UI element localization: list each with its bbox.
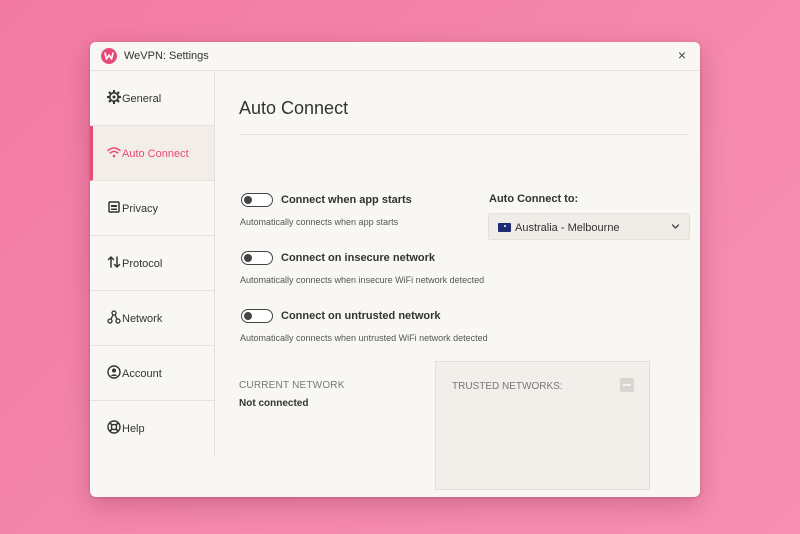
wifi-icon bbox=[107, 147, 121, 158]
sidebar-item-label: Account bbox=[122, 368, 162, 380]
option-label-app-start: Connect when app starts bbox=[281, 194, 412, 206]
chevron-down-icon bbox=[671, 224, 680, 229]
gear-icon bbox=[107, 90, 121, 104]
close-button[interactable]: × bbox=[678, 47, 686, 63]
toggle-connect-app-start[interactable] bbox=[241, 193, 273, 207]
option-label-untrusted: Connect on untrusted network bbox=[281, 310, 441, 322]
settings-window: WeVPN: Settings × General Auto Connect P… bbox=[90, 42, 700, 497]
privacy-icon bbox=[108, 201, 120, 213]
title-divider bbox=[239, 134, 689, 135]
toggle-knob bbox=[244, 195, 252, 204]
toggle-connect-untrusted-network[interactable] bbox=[241, 309, 273, 323]
sidebar-item-label: Protocol bbox=[122, 258, 163, 270]
account-icon bbox=[107, 365, 121, 379]
sidebar-item-label: Auto Connect bbox=[122, 148, 189, 160]
sidebar-item-auto-connect[interactable]: Auto Connect bbox=[90, 126, 214, 181]
sidebar-item-label: Help bbox=[122, 423, 145, 435]
sidebar-item-protocol[interactable]: Protocol bbox=[90, 236, 214, 291]
page-title: Auto Connect bbox=[239, 98, 349, 118]
toggle-knob bbox=[244, 311, 252, 320]
sidebar-item-label: Network bbox=[122, 313, 163, 325]
trusted-networks-label: TRUSTED NETWORKS: bbox=[452, 381, 563, 392]
toggle-knob bbox=[244, 253, 252, 262]
protocol-icon bbox=[107, 256, 121, 268]
auto-connect-location-select[interactable]: Australia - Melbourne bbox=[488, 213, 690, 240]
wevpn-logo-icon bbox=[101, 48, 117, 64]
minus-icon bbox=[623, 384, 631, 386]
trusted-networks-panel: TRUSTED NETWORKS: bbox=[435, 361, 650, 490]
sidebar-item-general[interactable]: General bbox=[90, 71, 214, 126]
remove-trusted-network-button[interactable] bbox=[620, 378, 634, 392]
help-icon bbox=[107, 420, 121, 434]
current-network-label: CURRENT NETWORK bbox=[239, 380, 345, 391]
title-bar: WeVPN: Settings × bbox=[90, 42, 700, 71]
sidebar-item-help[interactable]: Help bbox=[90, 401, 214, 456]
sidebar-item-account[interactable]: Account bbox=[90, 346, 214, 401]
option-desc-untrusted: Automatically connects when untrusted Wi… bbox=[240, 333, 488, 343]
sidebar-item-privacy[interactable]: Privacy bbox=[90, 181, 214, 236]
option-desc-app-start: Automatically connects when app starts bbox=[240, 217, 399, 227]
sidebar-item-label: General bbox=[122, 93, 162, 105]
auto-connect-panel: Auto Connect Connect when app starts Aut… bbox=[215, 71, 700, 497]
toggle-connect-insecure-network[interactable] bbox=[241, 251, 273, 265]
sidebar-item-label: Privacy bbox=[122, 203, 159, 215]
option-desc-insecure: Automatically connects when insecure WiF… bbox=[240, 275, 485, 285]
current-network-value: Not connected bbox=[239, 398, 309, 409]
option-label-insecure: Connect on insecure network bbox=[281, 252, 436, 264]
australia-flag-icon bbox=[498, 223, 511, 232]
sidebar-item-network[interactable]: Network bbox=[90, 291, 214, 346]
auto-connect-to-label: Auto Connect to: bbox=[489, 193, 579, 205]
sidebar: General Auto Connect Privacy Protocol Ne… bbox=[90, 71, 215, 457]
window-title: WeVPN: Settings bbox=[124, 50, 209, 62]
network-icon bbox=[107, 310, 121, 324]
flag-star bbox=[504, 225, 506, 227]
location-value: Australia - Melbourne bbox=[515, 222, 620, 234]
